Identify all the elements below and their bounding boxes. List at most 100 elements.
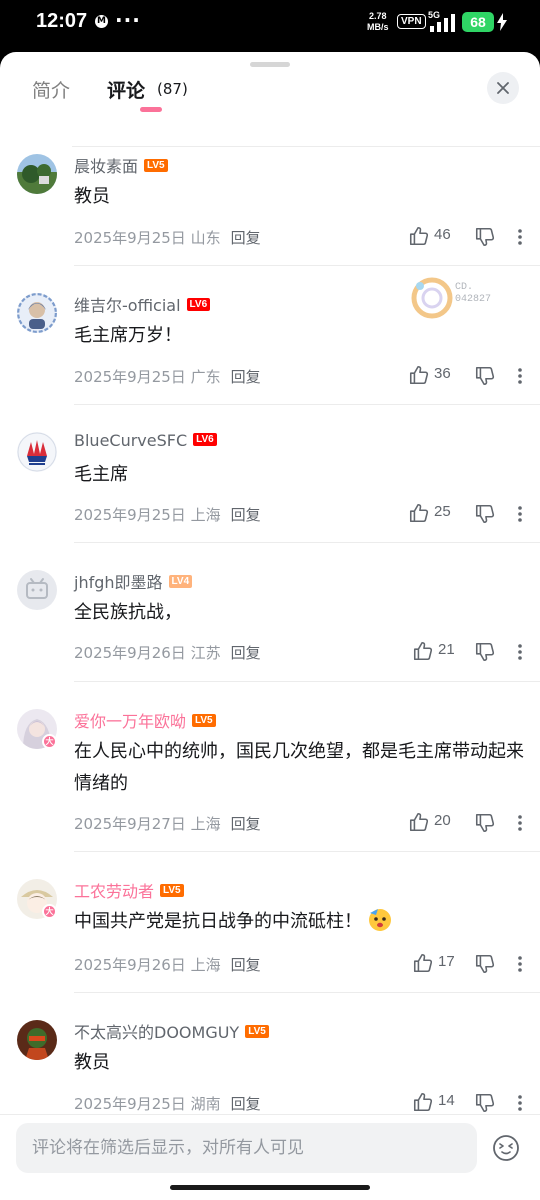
like-count: 25	[434, 503, 451, 520]
comment-location: 广东	[190, 368, 221, 386]
username[interactable]: 爱你一万年欧呦 LV5	[74, 708, 216, 732]
sheet-grabber[interactable]	[250, 62, 290, 67]
reply-button[interactable]: 回复	[231, 956, 261, 974]
more-options-icon[interactable]	[512, 814, 528, 832]
level-badge: LV5	[160, 884, 184, 897]
level-badge: LV5	[192, 714, 216, 727]
like-count: 21	[438, 641, 455, 658]
like-count: 17	[438, 953, 455, 970]
level-badge: LV4	[168, 575, 193, 588]
thumbs-down-icon[interactable]	[474, 641, 496, 663]
comment-input[interactable]: 评论将在筛选后显示，对所有人可见	[16, 1123, 477, 1173]
status-bar: 12:07 M ··· 2.78 MB/s VPN 5G 68	[0, 0, 540, 50]
comment-location: 湖南	[190, 1095, 221, 1113]
comment-meta: 2025年9月26日 上海 回复	[74, 954, 261, 975]
avatar[interactable]	[17, 293, 57, 333]
username[interactable]: 工农劳动者 LV5	[74, 878, 184, 902]
tab-bar: 简介 评论 (87)	[0, 72, 540, 147]
avatar[interactable]	[17, 432, 57, 472]
comment-date: 2025年9月25日	[74, 506, 186, 524]
more-options-icon[interactable]	[512, 643, 528, 661]
close-button[interactable]	[487, 72, 519, 104]
comment-date: 2025年9月25日	[74, 229, 186, 247]
thumbs-down-icon[interactable]	[474, 503, 496, 525]
avatar[interactable]	[17, 1020, 57, 1060]
comment-item: 大 爱你一万年欧呦 LV5 在人民心中的统帅，国民几次绝望，都是毛主席带动起来情绪…	[0, 682, 540, 852]
comment-meta: 2025年9月27日 上海 回复	[74, 813, 261, 834]
comment-meta: 2025年9月25日 山东 回复	[74, 227, 261, 248]
active-tab-indicator	[140, 107, 162, 112]
thumbs-down-icon[interactable]	[474, 953, 496, 975]
level-badge: LV5	[245, 1025, 269, 1038]
reply-button[interactable]: 回复	[231, 644, 261, 662]
comment-date: 2025年9月25日	[74, 1095, 186, 1113]
more-options-icon[interactable]	[512, 505, 528, 523]
thumbs-down-icon[interactable]	[474, 226, 496, 248]
comment-text: 教员	[74, 186, 110, 207]
comment-meta: 2025年9月26日 江苏 回复	[74, 642, 261, 663]
thumbs-down-icon[interactable]	[474, 365, 496, 387]
comment-meta: 2025年9月25日 广东 回复	[74, 366, 261, 387]
network-speed-value: 2.78	[368, 11, 387, 21]
app-notification-icon: M	[95, 15, 108, 28]
more-options-icon[interactable]	[512, 228, 528, 246]
comment-count: (87)	[157, 80, 188, 98]
comment-text: 中国共产党是抗日战争的中流砥柱！	[74, 906, 529, 938]
reply-button[interactable]: 回复	[231, 506, 261, 524]
tab-intro[interactable]: 简介	[32, 76, 70, 103]
comment-text: 毛主席万岁！	[74, 325, 182, 346]
like-count: 20	[434, 812, 451, 829]
charging-icon	[497, 13, 507, 31]
thumbs-down-icon[interactable]	[474, 1092, 496, 1114]
reply-button[interactable]: 回复	[231, 1095, 261, 1113]
comment-meta: 2025年9月25日 湖南 回复	[74, 1093, 261, 1114]
comment-location: 江苏	[190, 644, 221, 662]
comment-text: 全民族抗战，	[74, 602, 182, 623]
reply-button[interactable]: 回复	[231, 229, 261, 247]
signal-icon	[430, 14, 455, 32]
thumbs-up-icon	[413, 1092, 433, 1112]
status-time: 12:07	[36, 10, 88, 32]
comment-text: 教员	[74, 1052, 110, 1073]
username[interactable]: BlueCurveSFC LV6	[74, 431, 217, 450]
close-icon	[497, 82, 509, 94]
reply-button[interactable]: 回复	[231, 815, 261, 833]
comment-item: 不太高兴的DOOMGUY LV5 教员 2025年9月25日 湖南 回复 14	[0, 993, 540, 1133]
network-speed: 2.78 MB/s	[367, 11, 389, 33]
like-count: 14	[438, 1092, 455, 1109]
tab-comments[interactable]: 评论	[107, 76, 145, 103]
thumbs-up-icon	[413, 641, 433, 661]
comment-date: 2025年9月27日	[74, 815, 186, 833]
level-badge: LV5	[144, 159, 168, 172]
comments-sheet: 简介 评论 (87) 晨妆素面 LV5 教员 20 25年9月25日 山东 回复 …	[0, 52, 540, 1200]
comment-text: 毛主席	[74, 464, 128, 485]
big-member-badge: 大	[42, 904, 57, 919]
big-member-badge: 大	[42, 734, 57, 749]
comment-item: jhfgh即墨路 LV4 全民族抗战， 2025年9月26日 江苏 回复 21	[0, 543, 540, 682]
avatar[interactable]	[17, 154, 57, 194]
username[interactable]: jhfgh即墨路 LV4	[74, 569, 193, 593]
vpn-badge: VPN	[397, 14, 426, 29]
emoji-button-icon[interactable]	[492, 1134, 520, 1162]
more-options-icon[interactable]	[512, 1094, 528, 1112]
home-indicator[interactable]	[170, 1185, 370, 1190]
network-speed-unit: MB/s	[367, 22, 389, 32]
comment-location: 上海	[190, 956, 221, 974]
comment-item: 晨妆素面 LV5 教员 2025年9月25日 山东 回复 46	[0, 127, 540, 266]
more-options-icon[interactable]	[512, 955, 528, 973]
comment-location: 上海	[190, 506, 221, 524]
username[interactable]: 维吉尔-official LV6	[74, 292, 211, 316]
level-badge: LV6	[186, 298, 211, 311]
more-options-icon[interactable]	[512, 367, 528, 385]
comment-item: CD. 042827 维吉尔-official LV6 毛主席万岁！ 2025年9…	[0, 266, 540, 405]
reply-button[interactable]: 回复	[231, 368, 261, 386]
avatar[interactable]	[17, 570, 57, 610]
username[interactable]: 晨妆素面 LV5	[74, 153, 168, 177]
thumbs-down-icon[interactable]	[474, 812, 496, 834]
fan-badge-number: CD. 042827	[455, 282, 492, 305]
level-badge: LV6	[193, 433, 217, 446]
username[interactable]: 不太高兴的DOOMGUY LV5	[74, 1019, 269, 1043]
comment-list: 晨妆素面 LV5 教员 2025年9月25日 山东 回复 46 CD. 0428…	[0, 127, 540, 1133]
thumbs-up-icon	[413, 953, 433, 973]
comment-location: 山东	[190, 229, 221, 247]
